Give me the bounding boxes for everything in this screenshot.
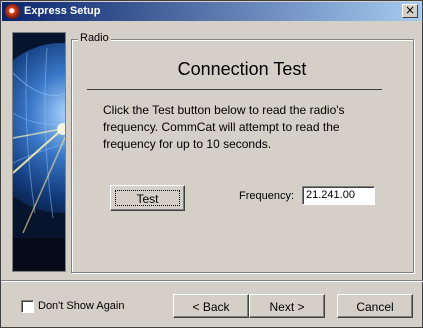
back-button-label: < Back bbox=[192, 300, 230, 314]
next-button-label: Next > bbox=[269, 300, 305, 314]
groupbox-label: Radio bbox=[78, 32, 111, 44]
test-button-label: Test bbox=[136, 192, 159, 206]
frequency-label: Frequency: bbox=[239, 190, 295, 202]
setup-dialog: Express Setup × Radio Connection Test Cl… bbox=[0, 0, 423, 328]
dont-show-again-checkbox[interactable] bbox=[21, 300, 34, 313]
cancel-button-label: Cancel bbox=[356, 300, 394, 314]
close-button[interactable]: × bbox=[402, 4, 418, 18]
frequency-field[interactable]: 21.241.00 bbox=[302, 186, 375, 205]
close-icon: × bbox=[404, 3, 416, 17]
page-title: Connection Test bbox=[177, 59, 307, 79]
cancel-button[interactable]: Cancel bbox=[337, 294, 413, 318]
instructions-text: Click the Test button below to read the … bbox=[103, 103, 345, 151]
window-title: Express Setup bbox=[24, 5, 101, 17]
test-button[interactable]: Test bbox=[110, 185, 185, 211]
next-button[interactable]: Next > bbox=[249, 294, 325, 318]
footer-separator bbox=[1, 280, 423, 282]
dont-show-again-label[interactable]: Don't Show Again bbox=[38, 300, 125, 312]
heading-divider bbox=[87, 89, 382, 90]
globe-image bbox=[12, 32, 66, 272]
title-bar[interactable]: Express Setup × bbox=[2, 2, 421, 21]
app-icon[interactable] bbox=[5, 4, 20, 19]
back-button[interactable]: < Back bbox=[173, 294, 249, 318]
